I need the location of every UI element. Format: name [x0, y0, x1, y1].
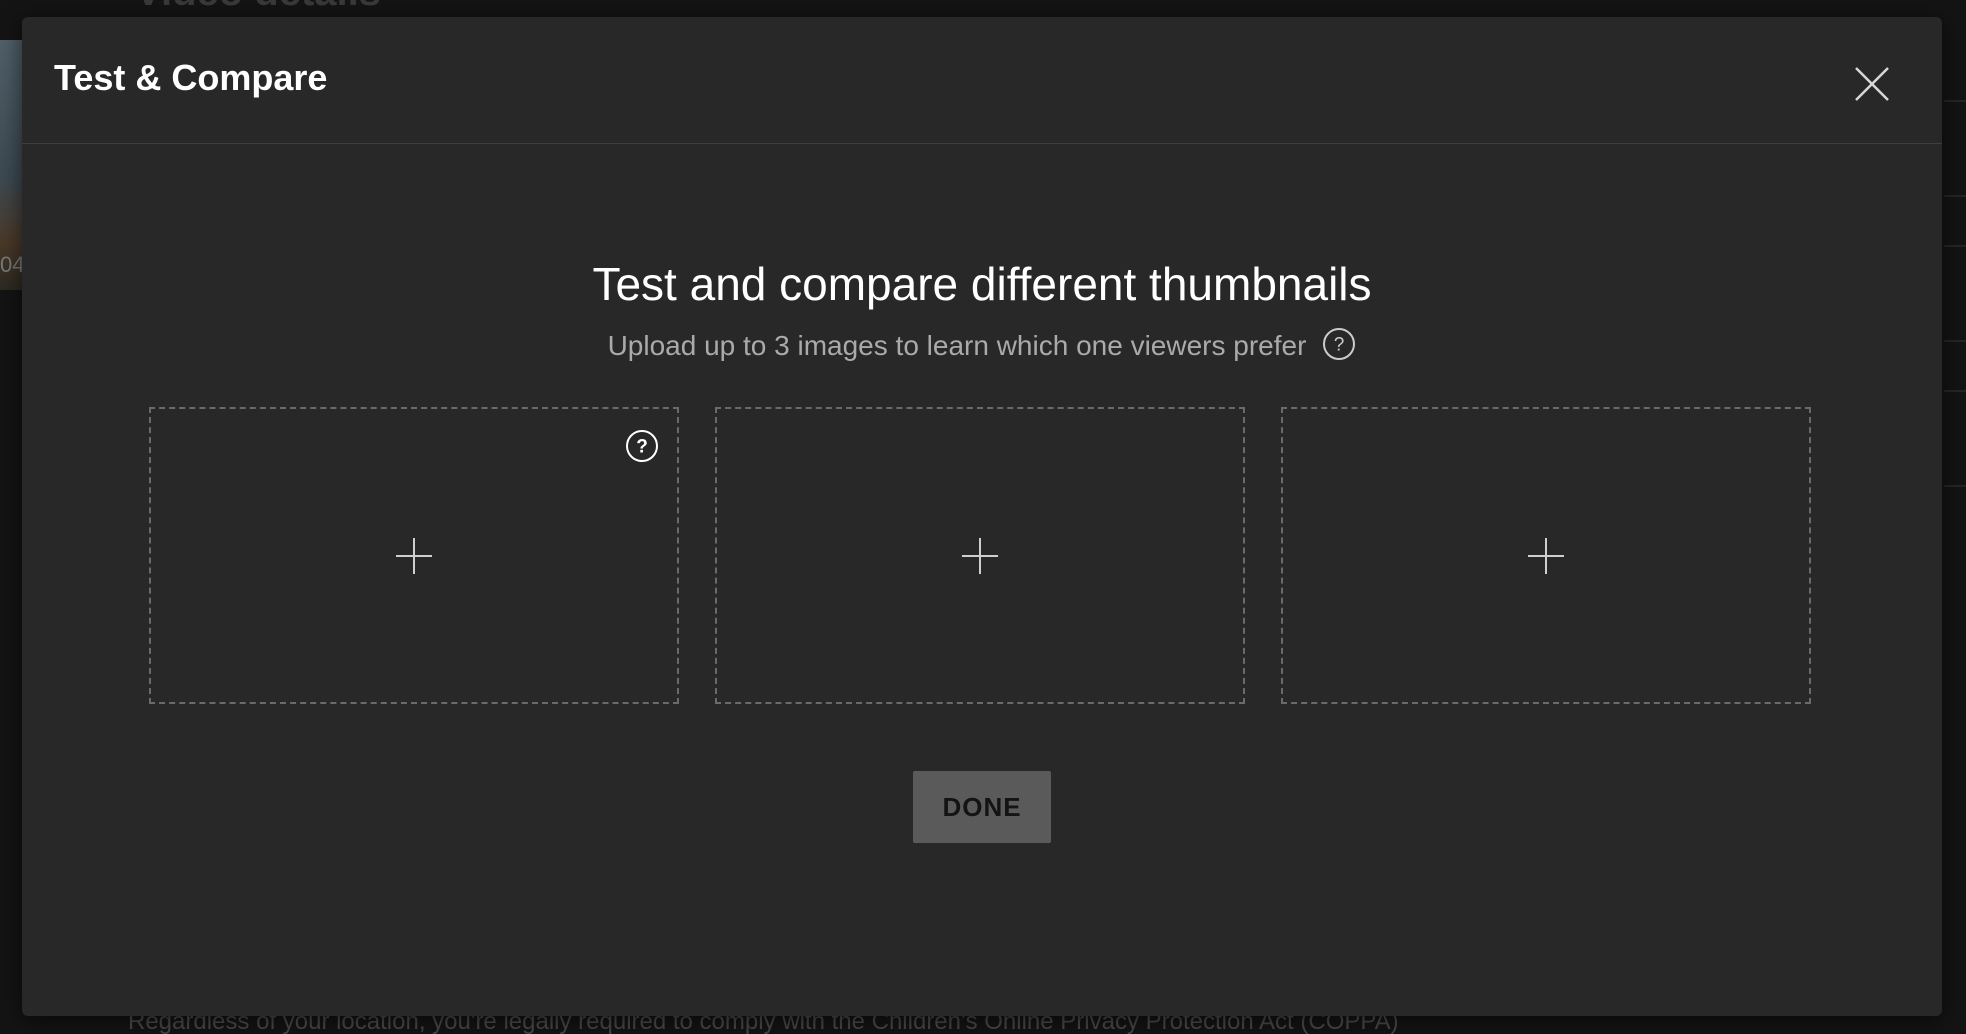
- plus-icon: [1528, 537, 1564, 574]
- dialog-title: Test & Compare: [54, 57, 328, 98]
- close-button[interactable]: [1850, 62, 1894, 106]
- close-icon: [1855, 67, 1889, 101]
- help-circle-icon: ?: [626, 430, 658, 462]
- dialog-header: Test & Compare: [22, 17, 1942, 144]
- thumbnail-upload-slot-3[interactable]: [1281, 407, 1811, 704]
- dialog-headline: Test and compare different thumbnails: [592, 258, 1372, 310]
- svg-text:?: ?: [1334, 334, 1345, 355]
- done-button[interactable]: DONE: [913, 771, 1051, 843]
- thumbnail-upload-slot-2[interactable]: [715, 407, 1245, 704]
- dialog-subline: Upload up to 3 images to learn which one…: [22, 327, 1942, 365]
- subline-text: Upload up to 3 images to learn which one…: [607, 330, 1307, 361]
- svg-text:?: ?: [636, 437, 648, 458]
- test-compare-dialog: Test & Compare Test and compare differen…: [22, 17, 1942, 1016]
- plus-icon: [396, 537, 432, 574]
- thumbnail-upload-slot-1[interactable]: ?: [149, 407, 679, 704]
- help-button[interactable]: ?: [1322, 327, 1356, 361]
- background-page-title: Video details: [135, 0, 381, 15]
- plus-icon: [962, 537, 998, 574]
- slot-help-button[interactable]: ?: [625, 429, 659, 463]
- help-circle-icon: ?: [1323, 327, 1356, 360]
- background-snippet: 04: [0, 252, 25, 277]
